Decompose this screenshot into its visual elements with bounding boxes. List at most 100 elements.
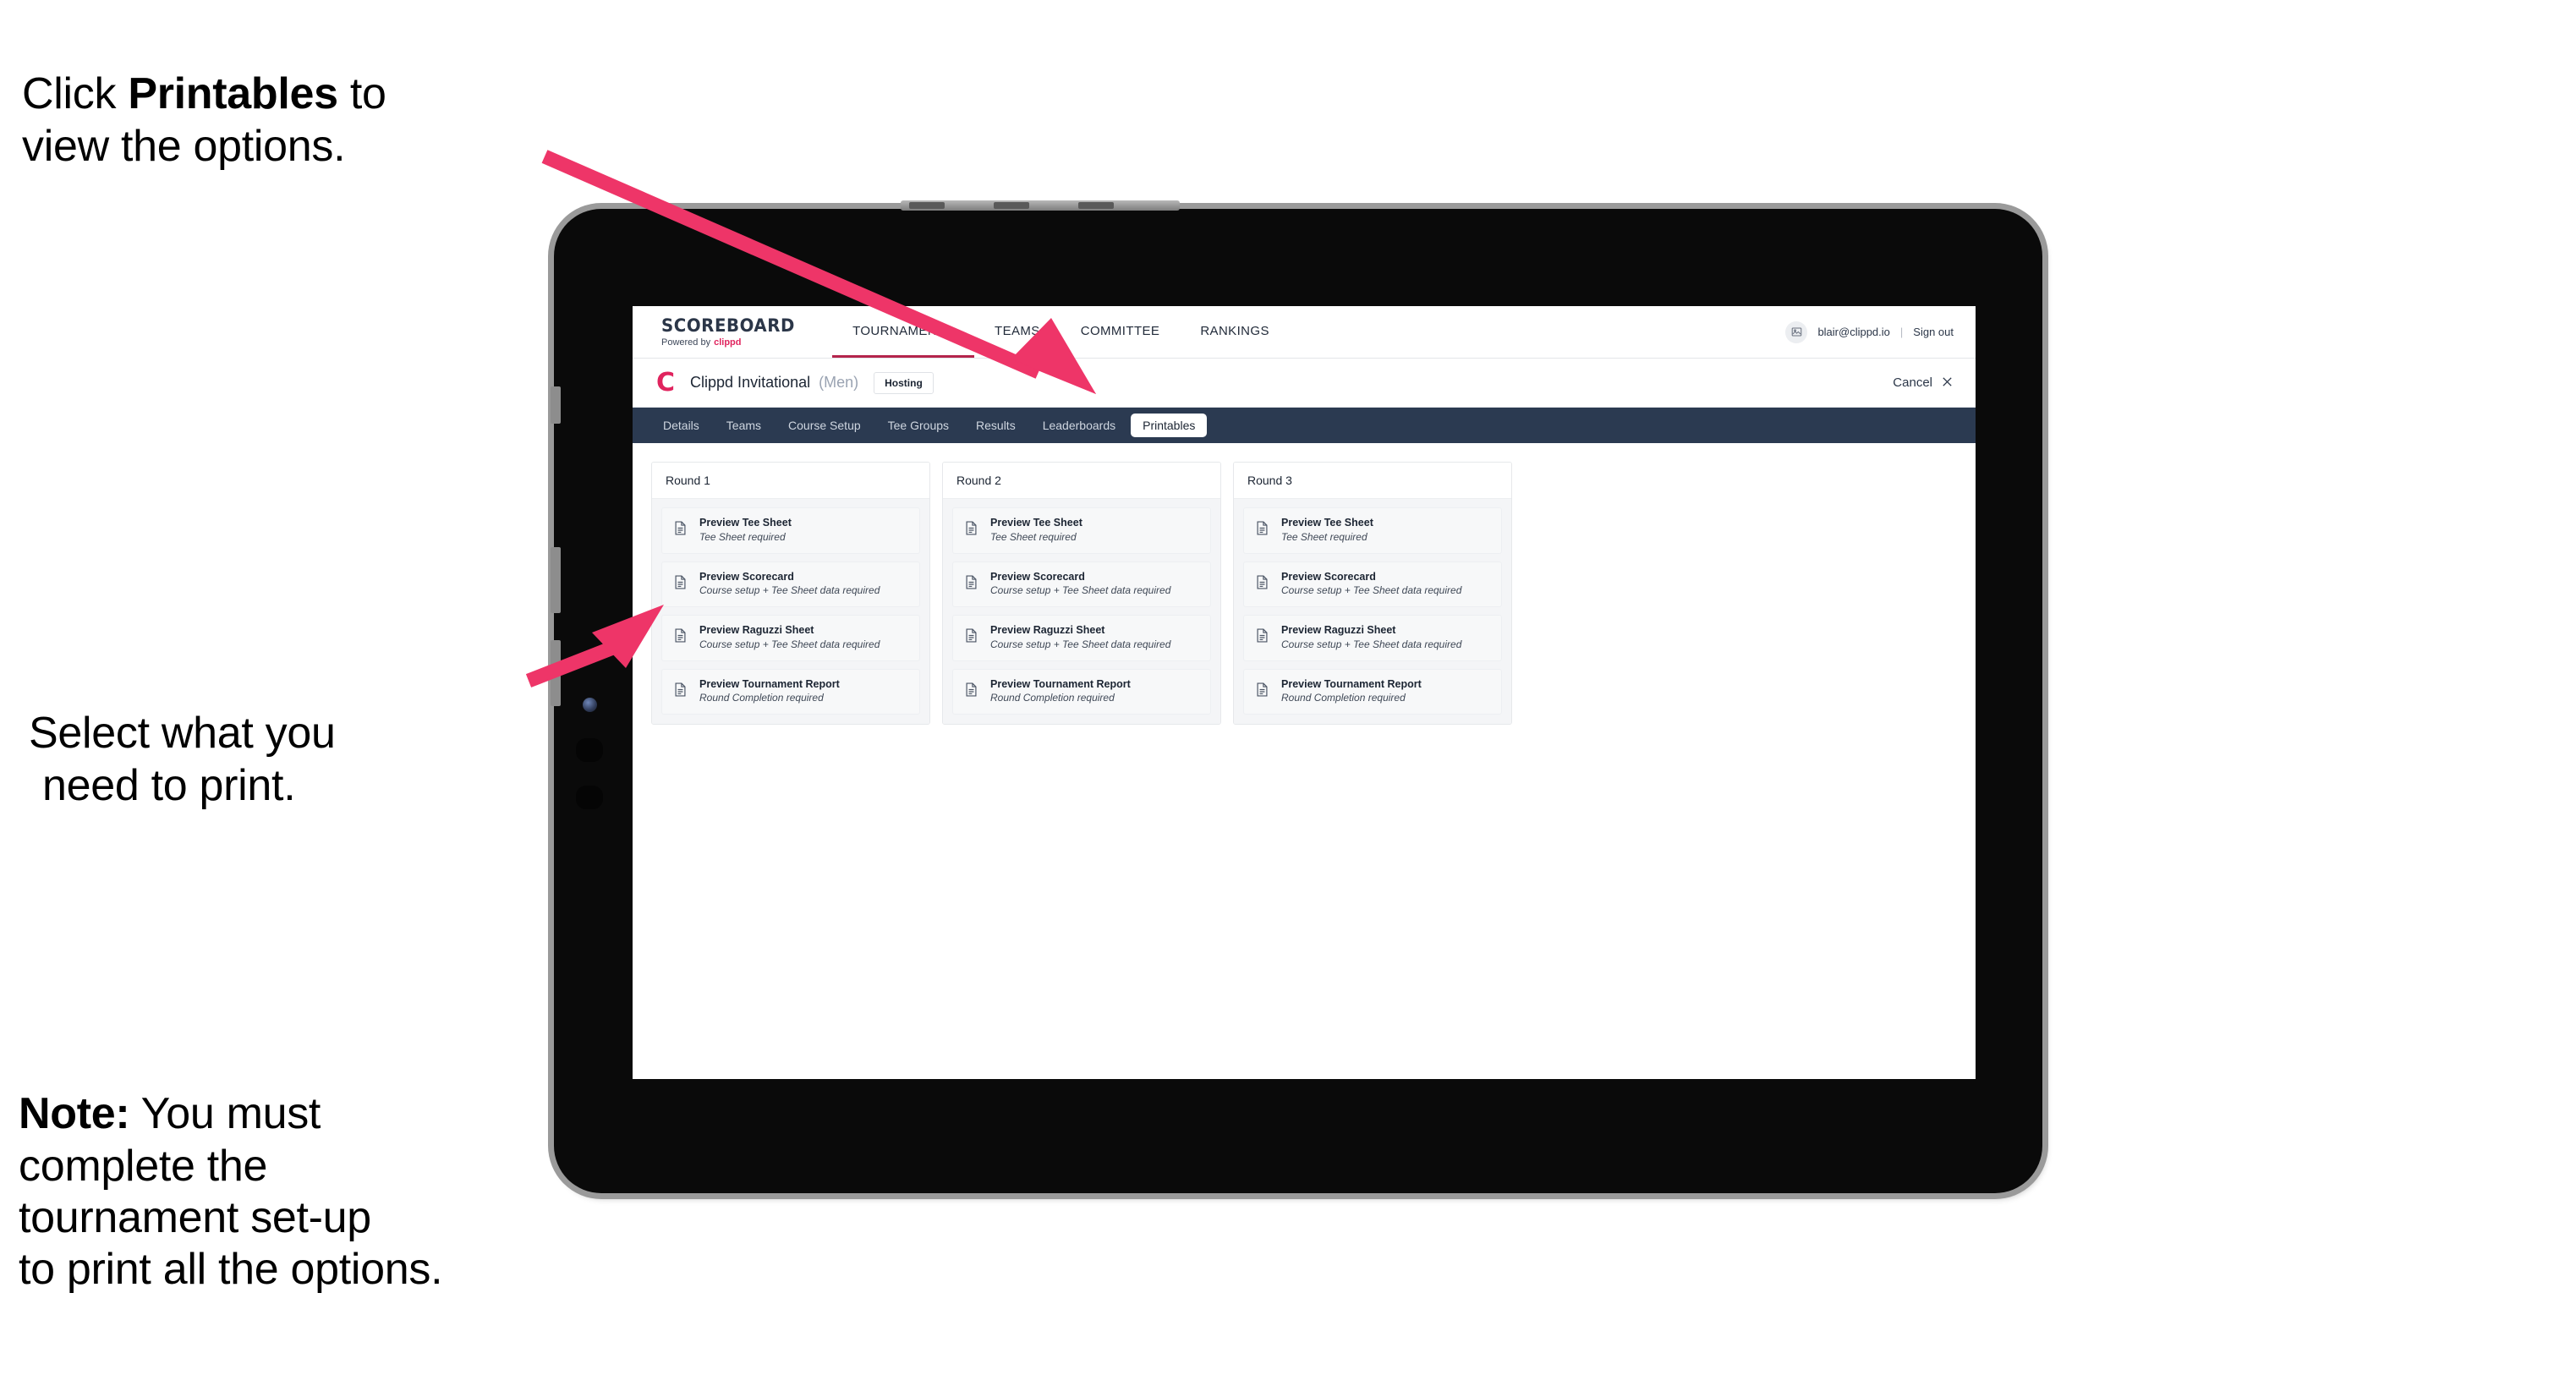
document-icon <box>1254 627 1270 648</box>
printable-title: Preview Tee Sheet <box>990 517 1082 529</box>
tab-results[interactable]: Results <box>964 414 1028 437</box>
printable-item-tournament-report[interactable]: Preview Tournament Report Round Completi… <box>661 668 920 715</box>
nav-item-teams[interactable]: TEAMS <box>974 306 1061 358</box>
tab-printables[interactable]: Printables <box>1131 414 1208 437</box>
printable-requirement: Tee Sheet required <box>1281 530 1367 543</box>
sign-out-link[interactable]: Sign out <box>1913 326 1954 338</box>
printable-requirement: Round Completion required <box>699 692 824 704</box>
printable-title: Preview Tee Sheet <box>1281 517 1373 529</box>
printable-title: Preview Scorecard <box>699 570 794 583</box>
printable-requirement: Round Completion required <box>1281 692 1406 704</box>
tablet-volume-down-button[interactable] <box>551 640 561 706</box>
printable-title: Preview Scorecard <box>990 570 1085 583</box>
round-header: Round 1 <box>652 463 929 499</box>
printable-item-tournament-report[interactable]: Preview Tournament Report Round Completi… <box>1243 668 1502 715</box>
printable-item-scorecard[interactable]: Preview Scorecard Course setup + Tee She… <box>952 561 1211 608</box>
printable-requirement: Tee Sheet required <box>990 530 1077 543</box>
primary-nav: TOURNAMENTS TEAMS COMMITTEE RANKINGS <box>832 306 1290 358</box>
printable-requirement: Course setup + Tee Sheet data required <box>699 584 880 597</box>
printable-title: Preview Tournament Report <box>990 677 1131 690</box>
clippd-c-logo-icon: C <box>656 367 676 397</box>
document-icon <box>672 682 688 702</box>
tab-course-setup[interactable]: Course Setup <box>776 414 873 437</box>
printable-requirement: Course setup + Tee Sheet data required <box>990 638 1171 650</box>
camera-led-indicator <box>583 698 597 712</box>
printable-item-raguzzi-sheet[interactable]: Preview Raguzzi Sheet Course setup + Tee… <box>952 615 1211 661</box>
document-icon <box>963 627 979 648</box>
printable-title: Preview Raguzzi Sheet <box>990 624 1105 637</box>
callout-click-bold: Printables <box>128 69 338 119</box>
round-items: Preview Tee Sheet Tee Sheet required Pre… <box>652 499 929 725</box>
speaker-segment <box>994 202 1029 209</box>
brand-tagline: Powered by clippd <box>661 337 803 348</box>
callout-select-line2: need to print. <box>42 760 296 810</box>
tablet-side-button-top[interactable] <box>551 386 561 424</box>
round-header: Round 3 <box>1234 463 1511 499</box>
printable-requirement: Course setup + Tee Sheet data required <box>990 584 1171 597</box>
document-icon <box>963 520 979 540</box>
nav-item-committee[interactable]: COMMITTEE <box>1061 306 1181 358</box>
document-icon <box>963 682 979 702</box>
tablet-screen: SCOREBOARD Powered by clippd TOURNAMENTS… <box>633 306 1976 1079</box>
round-column: Round 3 Preview Tee Sheet Tee Sheet requ… <box>1233 462 1512 726</box>
nav-item-tournaments[interactable]: TOURNAMENTS <box>832 306 975 358</box>
nav-item-rankings[interactable]: RANKINGS <box>1180 306 1290 358</box>
printable-item-tee-sheet[interactable]: Preview Tee Sheet Tee Sheet required <box>1243 507 1502 554</box>
round-column: Round 2 Preview Tee Sheet Tee Sheet requ… <box>942 462 1221 726</box>
tournament-sub-nav: Details Teams Course Setup Tee Groups Re… <box>633 408 1976 443</box>
powered-by-label: Powered by <box>661 337 711 348</box>
tab-teams[interactable]: Teams <box>715 414 773 437</box>
printable-item-raguzzi-sheet[interactable]: Preview Raguzzi Sheet Course setup + Tee… <box>661 615 920 661</box>
tablet-top-sensor-strip <box>901 200 1180 211</box>
document-icon <box>672 520 688 540</box>
printable-requirement: Course setup + Tee Sheet data required <box>1281 638 1462 650</box>
document-icon <box>963 574 979 594</box>
tablet-volume-up-button[interactable] <box>551 547 561 613</box>
hosting-status-badge[interactable]: Hosting <box>874 371 934 394</box>
printables-content: Round 1 Preview Tee Sheet Tee Sheet requ… <box>633 443 1976 1079</box>
speaker-segment <box>909 202 945 209</box>
close-icon <box>1941 375 1954 391</box>
tournament-header-bar: C Clippd Invitational (Men) Hosting Canc… <box>633 359 1976 408</box>
printable-item-raguzzi-sheet[interactable]: Preview Raguzzi Sheet Course setup + Tee… <box>1243 615 1502 661</box>
callout-note-bold: Note: <box>19 1089 130 1139</box>
printable-item-scorecard[interactable]: Preview Scorecard Course setup + Tee She… <box>1243 561 1502 608</box>
printable-item-tournament-report[interactable]: Preview Tournament Report Round Completi… <box>952 668 1211 715</box>
tournament-gender: (Men) <box>819 374 859 391</box>
document-icon <box>1254 520 1270 540</box>
scoreboard-logo[interactable]: SCOREBOARD Powered by clippd <box>661 306 832 358</box>
printable-requirement: Course setup + Tee Sheet data required <box>1281 584 1462 597</box>
printable-item-scorecard[interactable]: Preview Scorecard Course setup + Tee She… <box>661 561 920 608</box>
printable-requirement: Round Completion required <box>990 692 1115 704</box>
account-area: blair@clippd.io | Sign out <box>1785 306 1976 358</box>
printable-title: Preview Tournament Report <box>1281 677 1422 690</box>
printable-title: Preview Scorecard <box>1281 570 1376 583</box>
document-icon <box>672 627 688 648</box>
round-items: Preview Tee Sheet Tee Sheet required Pre… <box>1234 499 1511 725</box>
tab-tee-groups[interactable]: Tee Groups <box>876 414 961 437</box>
printable-requirement: Tee Sheet required <box>699 530 786 543</box>
tab-details[interactable]: Details <box>651 414 711 437</box>
tournament-title: Clippd Invitational <box>690 374 811 391</box>
clippd-wordmark: clippd <box>714 337 742 348</box>
round-items: Preview Tee Sheet Tee Sheet required Pre… <box>943 499 1220 725</box>
bezel-button-upper[interactable] <box>576 738 603 762</box>
screenshot-stage: Click Printables to view the options. Se… <box>0 0 2576 1386</box>
user-image-icon[interactable] <box>1785 320 1808 343</box>
printable-title: Preview Raguzzi Sheet <box>1281 624 1396 637</box>
account-email: blair@clippd.io <box>1817 326 1890 338</box>
bezel-button-lower[interactable] <box>576 786 603 809</box>
tablet-device-frame: SCOREBOARD Powered by clippd TOURNAMENTS… <box>551 200 2042 1193</box>
printable-title: Preview Raguzzi Sheet <box>699 624 814 637</box>
callout-select-line1: Select what you <box>29 709 336 759</box>
cancel-button[interactable]: Cancel <box>1893 375 1954 391</box>
tab-leaderboards[interactable]: Leaderboards <box>1031 414 1127 437</box>
document-icon <box>1254 574 1270 594</box>
printable-title: Preview Tee Sheet <box>699 517 792 529</box>
printable-item-tee-sheet[interactable]: Preview Tee Sheet Tee Sheet required <box>952 507 1211 554</box>
brand-name: SCOREBOARD <box>661 315 795 336</box>
round-header: Round 2 <box>943 463 1220 499</box>
app-top-bar: SCOREBOARD Powered by clippd TOURNAMENTS… <box>633 306 1976 359</box>
printable-item-tee-sheet[interactable]: Preview Tee Sheet Tee Sheet required <box>661 507 920 554</box>
speaker-segment <box>1078 202 1114 209</box>
